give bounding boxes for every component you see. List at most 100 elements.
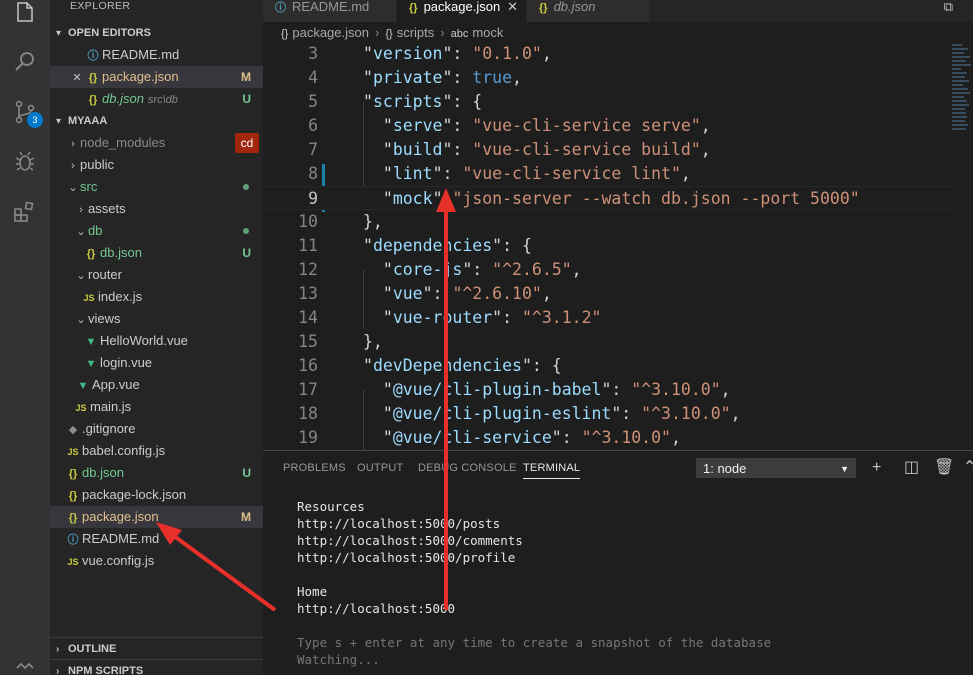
terminal-line: Resources [297, 499, 365, 514]
chevron-right-icon: › [440, 25, 445, 40]
outline-header[interactable]: › OUTLINE [50, 637, 263, 659]
scm-count-badge: 3 [27, 112, 43, 128]
code-text: "private": true, [363, 68, 522, 87]
tree-item-main-js[interactable]: JS main.js [50, 396, 263, 418]
tab-db-json[interactable]: {} db.json [527, 0, 649, 22]
code-line[interactable]: 12 "core-js": "^2.6.5", [263, 258, 953, 282]
npm-scripts-header[interactable]: › NPM SCRIPTS [50, 659, 263, 675]
tree-item-login-vue[interactable]: ▼ login.vue [50, 352, 263, 374]
tree-item-db-json-src[interactable]: {} db.json U [50, 242, 263, 264]
close-icon[interactable]: ✕ [70, 67, 84, 89]
terminal-line: http://localhost:5000/profile [297, 550, 516, 565]
code-line[interactable]: 17 "@vue/cli-plugin-babel": "^3.10.0", [263, 378, 953, 402]
line-number: 8 [308, 164, 318, 183]
tree-item-gitignore[interactable]: ◆ .gitignore [50, 418, 263, 440]
tree-item-db-folder[interactable]: ⌄ db [50, 220, 263, 242]
code-text: "mock":"json-server --watch db.json --po… [363, 189, 860, 208]
vue-file-icon: ▼ [85, 358, 97, 370]
tree-item-vue-config[interactable]: JS vue.config.js [50, 550, 263, 572]
explorer-sidebar: EXPLORER ▾ OPEN EDITORS ⓘ README.md ✕ {} pac… [50, 0, 263, 675]
tree-item-router[interactable]: ⌄ router [50, 264, 263, 286]
object-icon: {} [385, 28, 393, 40]
open-editor-package-json[interactable]: ✕{} package.json M [50, 66, 263, 88]
minimap[interactable] [952, 44, 973, 134]
code-line[interactable]: 3 "version": "0.1.0", [263, 44, 953, 66]
line-number: 14 [298, 308, 318, 327]
untracked-badge: U [242, 466, 251, 480]
json-braces-icon: {} [409, 2, 418, 14]
open-editor-db-json[interactable]: {} db.json src\db U [50, 88, 263, 110]
code-line[interactable]: 9 "mock":"json-server --watch db.json --… [263, 186, 953, 210]
tree-item-db-json-root[interactable]: {} db.json U [50, 462, 263, 484]
code-line[interactable]: 5 "scripts": { [263, 90, 953, 114]
tree-item-babel-config[interactable]: JS babel.config.js [50, 440, 263, 462]
code-line[interactable]: 4 "private": true, [263, 66, 953, 90]
tree-item-views[interactable]: ⌄ views [50, 308, 263, 330]
code-line[interactable]: 13 "vue": "^2.6.10", [263, 282, 953, 306]
terminal-select[interactable]: 1: node ▼ [696, 458, 856, 478]
remote-icon[interactable] [13, 652, 37, 675]
code-line[interactable]: 11 "dependencies": { [263, 234, 953, 258]
tree-item-readme[interactable]: ⓘ README.md [50, 528, 263, 550]
code-line[interactable]: 6 "serve": "vue-cli-service serve", [263, 114, 953, 138]
project-header[interactable]: ▾ MYAAA [50, 110, 263, 132]
trash-icon[interactable]: 🗑 [934, 458, 954, 478]
panel-tab-terminal[interactable]: TERMINAL [523, 462, 581, 479]
code-line[interactable]: 16 "devDependencies": { [263, 354, 953, 378]
extensions-icon[interactable] [13, 200, 37, 224]
tree-item-src[interactable]: ⌄ src [50, 176, 263, 198]
tree-item-public[interactable]: › public [50, 154, 263, 176]
modified-badge: M [241, 510, 251, 524]
files-icon[interactable] [13, 2, 37, 26]
line-number: 16 [298, 356, 318, 375]
chevron-right-icon: › [71, 160, 75, 172]
code-text: "core-js": "^2.6.5", [363, 260, 582, 279]
code-line[interactable]: 8 "lint": "vue-cli-service lint", [263, 162, 953, 186]
code-text: "build": "vue-cli-service build", [363, 140, 711, 159]
chevron-down-icon: ▼ [840, 464, 849, 474]
code-line[interactable]: 18 "@vue/cli-plugin-eslint": "^3.10.0", [263, 402, 953, 426]
tree-item-package-lock[interactable]: {} package-lock.json [50, 484, 263, 506]
line-number: 19 [298, 428, 318, 447]
tab-package-json[interactable]: {} package.json ✕ [397, 0, 526, 22]
code-editor[interactable]: 3 "version": "0.1.0", 4 "private": true, 5 "s… [263, 44, 973, 450]
debug-icon[interactable] [13, 150, 37, 174]
code-text: "vue": "^2.6.10", [363, 284, 552, 303]
terminal-line: http://localhost:5000 [297, 601, 456, 616]
line-number: 4 [308, 68, 318, 87]
open-editors-header[interactable]: ▾ OPEN EDITORS [50, 22, 263, 44]
code-text: "dependencies": { [363, 236, 532, 255]
code-line[interactable]: 14 "vue-router": "^3.1.2" [263, 306, 953, 330]
code-line[interactable]: 15}, [263, 330, 953, 354]
panel-tab-problems[interactable]: PROBLEMS [283, 462, 346, 474]
panel-tab-output[interactable]: OUTPUT [357, 462, 403, 474]
tab-readme[interactable]: ⓘ README.md [263, 0, 396, 22]
breadcrumb-file[interactable]: package.json [292, 25, 369, 40]
breadcrumb-symbol[interactable]: mock [472, 25, 503, 40]
code-line[interactable]: 19 "@vue/cli-service": "^3.10.0", [263, 426, 953, 450]
tree-item-app-vue[interactable]: ▼ App.vue [50, 374, 263, 396]
chevron-down-icon: ⌄ [76, 270, 86, 282]
code-line[interactable]: 7 "build": "vue-cli-service build", [263, 138, 953, 162]
line-number: 5 [308, 92, 318, 111]
panel-tab-debug-console[interactable]: DEBUG CONSOLE [418, 462, 517, 474]
tree-item-package-json[interactable]: {} package.json M [50, 506, 263, 528]
tree-item-node-modules[interactable]: › node_modules cd [50, 132, 263, 154]
new-terminal-icon[interactable]: + [872, 458, 881, 478]
code-line[interactable]: 10}, [263, 210, 953, 234]
tree-item-index-js[interactable]: JS index.js [50, 286, 263, 308]
tree-item-assets[interactable]: › assets [50, 198, 263, 220]
tree-item-helloworld-vue[interactable]: ▼ HelloWorld.vue [50, 330, 263, 352]
js-file-icon: JS [83, 293, 95, 303]
search-icon[interactable] [13, 50, 37, 74]
breadcrumb-scope[interactable]: scripts [397, 25, 435, 40]
modified-badge: M [241, 70, 251, 84]
chevron-up-icon[interactable]: ⌃ [963, 458, 973, 478]
line-number: 17 [298, 380, 318, 399]
split-editor-icon[interactable]: ⧉ [944, 0, 953, 14]
git-file-icon: ◆ [68, 424, 78, 436]
open-editor-readme[interactable]: ⓘ README.md [50, 44, 263, 66]
close-icon[interactable]: ✕ [507, 0, 518, 14]
split-terminal-icon[interactable]: ◫ [904, 458, 919, 478]
json-braces-icon: {} [86, 248, 96, 260]
